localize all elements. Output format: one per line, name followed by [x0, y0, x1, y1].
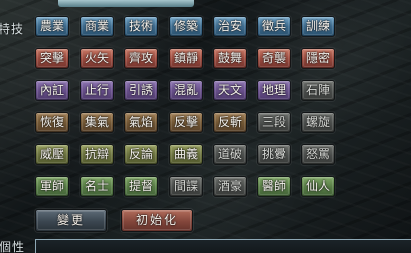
skill-confuse-button[interactable]: 混亂 — [169, 80, 203, 101]
skill-intimidate-button[interactable]: 威壓 — [35, 144, 69, 165]
skill-agriculture-button[interactable]: 農業 — [35, 16, 69, 37]
skill-twisted-logic-button[interactable]: 曲義 — [169, 144, 203, 165]
skill-geography-button[interactable]: 地理 — [257, 80, 291, 101]
skill-breakthrough-button[interactable]: 道破 — [213, 144, 247, 165]
skill-construction-button[interactable]: 修築 — [169, 16, 203, 37]
skill-rebuttal-button[interactable]: 抗辯 — [80, 144, 114, 165]
skill-lure-button[interactable]: 引誘 — [124, 80, 158, 101]
skill-spirit-flame-button[interactable]: 氣焰 — [124, 112, 158, 133]
skill-internal-strife-button[interactable]: 內訌 — [35, 80, 69, 101]
skill-training-button[interactable]: 訓練 — [301, 16, 335, 37]
skill-counterargument-button[interactable]: 反論 — [124, 144, 158, 165]
skill-spy-button[interactable]: 間諜 — [169, 176, 203, 197]
change-button[interactable]: 變更 — [35, 209, 107, 232]
top-decorative-strip — [58, 0, 194, 7]
skill-public-order-button[interactable]: 治安 — [213, 16, 247, 37]
skill-immortal-button[interactable]: 仙人 — [301, 176, 335, 197]
skill-editor-screen: 特技 農業 商業 技術 修築 治安 徵兵 訓練 突擊 火矢 齊攻 鎮靜 鼓舞 奇… — [0, 0, 411, 253]
skill-technology-button[interactable]: 技術 — [124, 16, 158, 37]
skill-physician-button[interactable]: 醫師 — [257, 176, 291, 197]
skill-calm-button[interactable]: 鎮靜 — [169, 48, 203, 69]
skill-surprise-attack-button[interactable]: 奇襲 — [257, 48, 291, 69]
skill-assault-button[interactable]: 突擊 — [35, 48, 69, 69]
skill-conscription-button[interactable]: 徵兵 — [257, 16, 291, 37]
skill-inspire-button[interactable]: 鼓舞 — [213, 48, 247, 69]
skill-recovery-button[interactable]: 恢復 — [35, 112, 69, 133]
skill-counter-slash-button[interactable]: 反斬 — [213, 112, 247, 133]
skill-stealth-button[interactable]: 隱密 — [301, 48, 335, 69]
skill-commerce-button[interactable]: 商業 — [80, 16, 114, 37]
skill-strategist-button[interactable]: 軍師 — [35, 176, 69, 197]
skill-gather-spirit-button[interactable]: 集氣 — [80, 112, 114, 133]
skills-section-label: 特技 — [0, 22, 25, 36]
personality-panel — [35, 239, 411, 253]
skill-admiral-button[interactable]: 提督 — [124, 176, 158, 197]
skill-coordinated-attack-button[interactable]: 齊攻 — [124, 48, 158, 69]
skill-halt-button[interactable]: 止行 — [80, 80, 114, 101]
skill-stone-formation-button[interactable]: 石陣 — [301, 80, 335, 101]
skill-triple-stage-button[interactable]: 三段 — [257, 112, 291, 133]
skill-scholar-button[interactable]: 名士 — [80, 176, 114, 197]
reset-button[interactable]: 初始化 — [121, 209, 193, 232]
skill-heavy-drinker-button[interactable]: 酒豪 — [213, 176, 247, 197]
skill-fire-arrow-button[interactable]: 火矢 — [80, 48, 114, 69]
personality-section-label: 個性 — [0, 240, 26, 253]
skill-provoke-button[interactable]: 挑釁 — [257, 144, 291, 165]
skill-grid: 農業 商業 技術 修築 治安 徵兵 訓練 突擊 火矢 齊攻 鎮靜 鼓舞 奇襲 隱… — [35, 16, 336, 207]
skill-revile-button[interactable]: 怒罵 — [301, 144, 335, 165]
skill-astronomy-button[interactable]: 天文 — [213, 80, 247, 101]
skill-spiral-button[interactable]: 螺旋 — [301, 112, 335, 133]
skill-counterattack-button[interactable]: 反擊 — [169, 112, 203, 133]
